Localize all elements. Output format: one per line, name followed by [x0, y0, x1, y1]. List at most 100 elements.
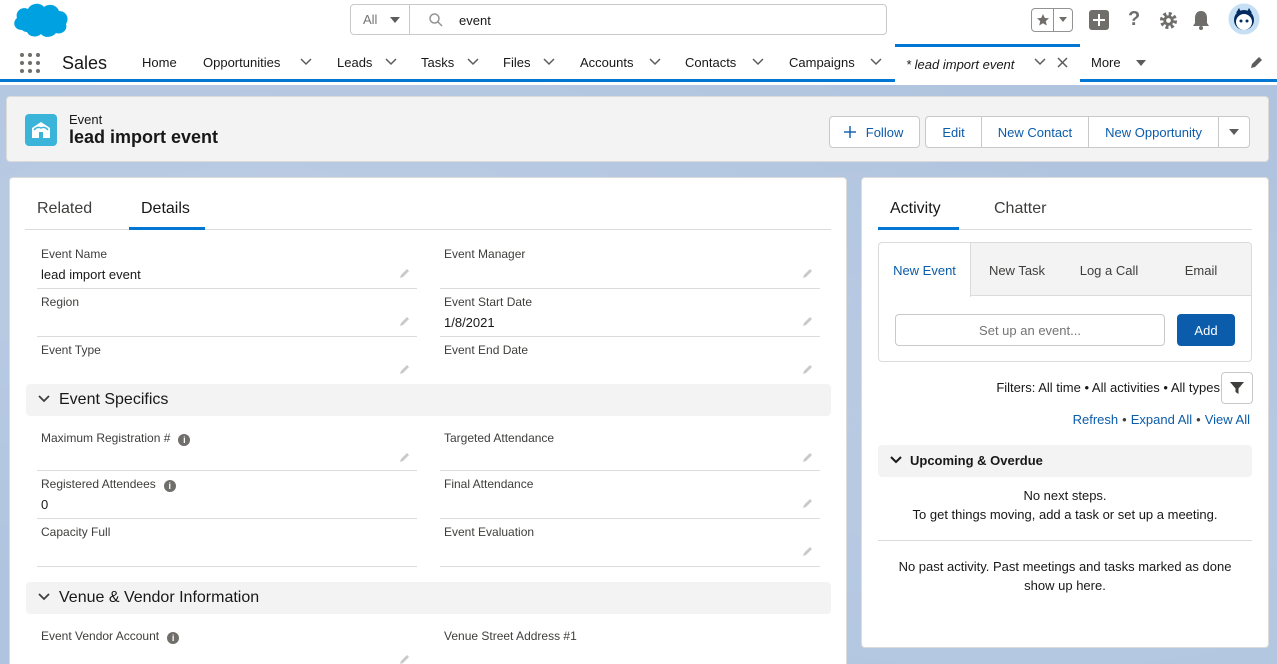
no-past-line: No past activity. Past meetings and task…: [898, 559, 1232, 574]
field-value: lead import event: [41, 267, 141, 282]
tab-related[interactable]: Related: [37, 200, 92, 218]
pencil-icon[interactable]: [802, 497, 814, 509]
no-next-steps-text: No next steps. To get things moving, add…: [878, 486, 1252, 524]
field-label: Maximum Registration # i: [41, 431, 191, 446]
chevron-down-icon[interactable]: [752, 58, 764, 66]
publisher-tab-log-a-call[interactable]: Log a Call: [1063, 243, 1155, 297]
upcoming-overdue-section[interactable]: Upcoming & Overdue: [878, 445, 1252, 477]
field-event-name: Event Name lead import event: [37, 241, 417, 289]
pencil-icon[interactable]: [399, 451, 411, 463]
follow-label: Follow: [865, 124, 904, 140]
publisher-tabs: New Event New Task Log a Call Email: [879, 243, 1251, 297]
help-icon[interactable]: ?: [1128, 8, 1140, 31]
pencil-icon[interactable]: [399, 363, 411, 375]
chevron-down-icon[interactable]: [1136, 60, 1146, 66]
info-icon[interactable]: i: [167, 632, 180, 644]
edit-button[interactable]: Edit: [925, 116, 982, 148]
pencil-icon[interactable]: [802, 315, 814, 327]
plus-icon: [843, 126, 856, 138]
salesforce-logo-icon[interactable]: [10, 0, 70, 42]
field-event-type: Event Type: [37, 337, 417, 385]
section-venue-vendor[interactable]: Venue & Vendor Information: [26, 582, 831, 614]
user-avatar-icon[interactable]: [1227, 2, 1261, 36]
pencil-icon[interactable]: [802, 363, 814, 375]
search-scope-dropdown[interactable]: All: [351, 5, 410, 34]
nav-item-accounts[interactable]: Accounts: [580, 42, 633, 82]
nav-item-campaigns[interactable]: Campaigns: [789, 42, 855, 82]
follow-button[interactable]: Follow: [828, 116, 921, 148]
active-tab-indicator: [129, 227, 205, 230]
pencil-icon[interactable]: [399, 267, 411, 279]
pencil-icon[interactable]: [399, 315, 411, 327]
chevron-down-icon[interactable]: [870, 58, 882, 66]
star-icon: [1036, 14, 1049, 26]
pencil-icon[interactable]: [802, 451, 814, 463]
app-launcher-icon[interactable]: [20, 53, 40, 73]
field-final-attendance: Final Attendance: [440, 471, 820, 519]
nav-item-label: Accounts: [580, 54, 634, 70]
app-name: Sales: [62, 53, 108, 73]
nav-item-label: Contacts: [685, 54, 737, 70]
nav-item-tasks[interactable]: Tasks: [421, 42, 454, 82]
info-icon[interactable]: i: [163, 480, 176, 492]
edit-label: Edit: [942, 124, 965, 140]
add-button[interactable]: Add: [1177, 314, 1235, 346]
active-tab-indicator: [878, 227, 959, 230]
refresh-link[interactable]: Refresh: [1073, 412, 1119, 427]
chevron-down-icon[interactable]: [1034, 58, 1046, 66]
field-maximum-registration: Maximum Registration # i: [37, 425, 417, 471]
expand-all-link[interactable]: Expand All: [1131, 412, 1192, 427]
info-icon[interactable]: i: [178, 434, 191, 446]
chevron-down-icon[interactable]: [467, 58, 479, 66]
chevron-down-icon: [890, 456, 902, 464]
record-type-label: Event: [69, 112, 103, 127]
nav-item-leads[interactable]: Leads: [337, 42, 372, 82]
section-title: Event Specifics: [59, 391, 169, 408]
nav-item-more[interactable]: More: [1091, 42, 1121, 82]
new-event-input[interactable]: [895, 314, 1165, 346]
nav-item-home[interactable]: Home: [142, 42, 177, 82]
tab-details[interactable]: Details: [141, 200, 190, 218]
nav-item-opportunities[interactable]: Opportunities: [203, 42, 280, 82]
publisher-tab-new-event[interactable]: New Event: [879, 243, 971, 297]
favorites-button[interactable]: [1031, 8, 1073, 32]
publisher-tab-new-task[interactable]: New Task: [971, 243, 1063, 297]
field-label: Event Manager: [444, 247, 526, 261]
field-event-evaluation: Event Evaluation: [440, 519, 820, 567]
chevron-down-icon[interactable]: [543, 58, 555, 66]
chevron-down-icon[interactable]: [300, 58, 312, 66]
pencil-icon[interactable]: [802, 267, 814, 279]
new-contact-button[interactable]: New Contact: [980, 116, 1090, 148]
filter-button[interactable]: [1221, 372, 1253, 404]
field-event-end-date: Event End Date: [440, 337, 820, 385]
nav-item-contacts[interactable]: Contacts: [685, 42, 736, 82]
global-search: All: [350, 4, 887, 35]
nav-item-files[interactable]: Files: [503, 42, 530, 82]
activity-card: Activity Chatter New Event New Task Log …: [861, 177, 1269, 648]
field-label: Event Vendor Account i: [41, 629, 180, 644]
notification-bell-icon[interactable]: [1192, 10, 1210, 30]
new-opportunity-button[interactable]: New Opportunity: [1088, 116, 1219, 148]
chevron-down-icon: [1229, 129, 1239, 135]
field-event-start-date: Event Start Date 1/8/2021: [440, 289, 820, 337]
chevron-down-icon[interactable]: [649, 58, 661, 66]
chevron-down-icon[interactable]: [385, 58, 397, 66]
add-icon[interactable]: [1089, 10, 1109, 30]
gear-icon[interactable]: [1159, 11, 1178, 30]
tab-chatter[interactable]: Chatter: [994, 200, 1046, 218]
close-icon[interactable]: [1057, 57, 1068, 68]
nav-item-label: Files: [503, 54, 531, 70]
view-all-link[interactable]: View All: [1205, 412, 1250, 427]
search-input[interactable]: [459, 11, 859, 29]
pencil-icon[interactable]: [399, 653, 411, 664]
activity-filters-text: Filters: All time • All activities • All…: [996, 380, 1220, 395]
edit-nav-pencil-icon[interactable]: [1250, 56, 1263, 69]
new-opportunity-label: New Opportunity: [1105, 124, 1202, 140]
publisher-tab-email[interactable]: Email: [1155, 243, 1247, 297]
tab-activity[interactable]: Activity: [890, 200, 941, 218]
pencil-icon[interactable]: [802, 545, 814, 557]
filter-icon: [1230, 382, 1244, 394]
nav-tab-lead-import-event[interactable]: * lead import event: [895, 44, 1080, 82]
more-actions-button[interactable]: [1218, 116, 1250, 148]
section-event-specifics[interactable]: Event Specifics: [26, 384, 831, 416]
